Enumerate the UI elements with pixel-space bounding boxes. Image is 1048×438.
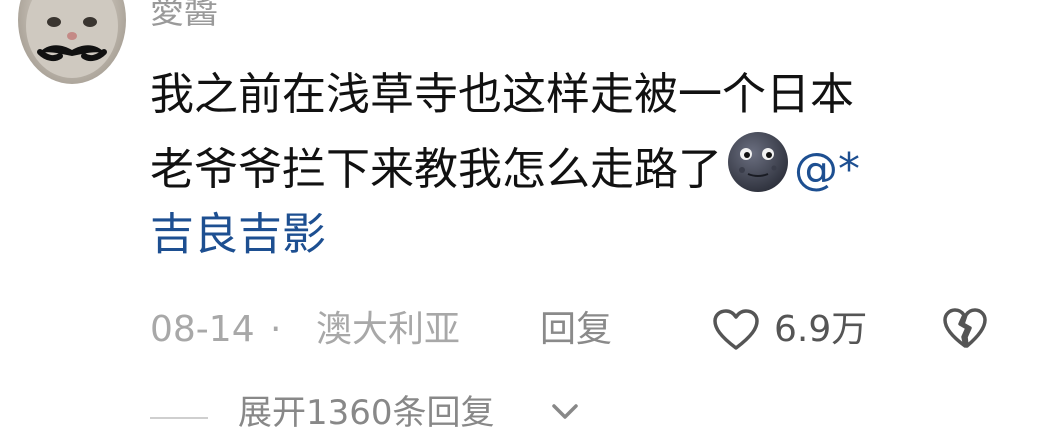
avatar[interactable] [18, 0, 126, 84]
mention-link[interactable]: @* [794, 144, 860, 195]
comment-meta: 08-14 · 澳大利亚 回复 6.9万 [150, 300, 1030, 360]
dislike-button[interactable] [942, 306, 988, 369]
comment-item: 愛醬 我之前在浅草寺也这样走被一个日本 老爷爷拦下来教我怎么走路了 @* 吉良吉 [0, 0, 1048, 433]
username[interactable]: 愛醬 [150, 0, 218, 32]
cat-avatar-icon [26, 0, 118, 78]
comment-text-line: 我之前在浅草寺也这样走被一个日本 [150, 69, 854, 120]
reply-button[interactable]: 回复 [540, 300, 612, 360]
expand-replies-button[interactable]: 展开1360条回复 [150, 388, 750, 438]
expand-replies-label: 展开1360条回复 [238, 393, 495, 433]
comment-text-line: 老爷爷拦下来教我怎么走路了 @* [150, 130, 1030, 200]
meta-separator: · [270, 309, 282, 350]
comment-location: 澳大利亚 [316, 309, 461, 350]
comment-date: 08-14 [150, 309, 255, 350]
like-count: 6.9万 [774, 309, 868, 350]
comment-text: 我之前在浅草寺也这样走被一个日本 老爷爷拦下来教我怎么走路了 @* 吉良吉影 [150, 60, 1030, 270]
heart-outline-icon [713, 309, 759, 350]
chevron-down-icon [552, 404, 578, 419]
mention-link[interactable]: 吉良吉影 [150, 200, 1030, 270]
new-moon-face-emoji-icon [728, 132, 788, 192]
broken-heart-icon [943, 308, 987, 348]
comment-text-segment: 老爷爷拦下来教我怎么走路了 [150, 144, 722, 195]
divider [150, 417, 208, 419]
